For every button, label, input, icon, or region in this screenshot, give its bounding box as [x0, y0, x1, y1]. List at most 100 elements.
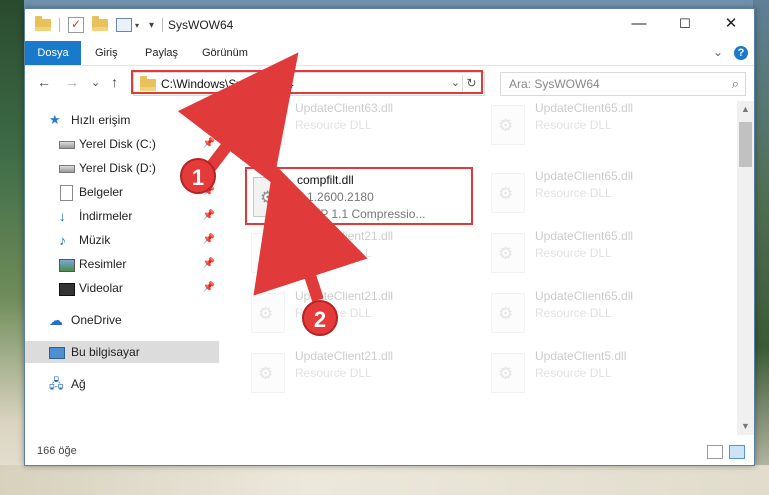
sidebar-item-label: Resimler [79, 257, 127, 271]
gear-icon: ⚙ [258, 364, 274, 383]
sidebar-item-videos[interactable]: Videolar 📌 [25, 277, 219, 299]
drive-icon [59, 165, 75, 173]
callout-badge-1: 1 [180, 158, 216, 194]
toolbar-divider [59, 18, 60, 32]
network-icon: 🖧 [49, 376, 64, 391]
close-button[interactable]: ✕ [708, 9, 754, 41]
file-name: UpdateClient21.dll [295, 349, 394, 363]
computer-icon [49, 347, 65, 359]
file-tile[interactable]: ⚙ UpdateClient65.dll Resource DLL [485, 101, 715, 153]
tab-share[interactable]: Paylaş [145, 41, 178, 65]
dll-file-icon: ⚙ [491, 105, 525, 145]
file-tile[interactable]: ⚙ UpdateClient21.dll Resource DLL [245, 345, 475, 401]
sidebar-item-this-pc[interactable]: Bu bilgisayar [25, 341, 219, 363]
sidebar-item-label: Yerel Disk (D:) [79, 161, 156, 175]
recent-locations-button[interactable]: ⌄ [91, 76, 100, 89]
gear-icon: ⚙ [258, 304, 274, 323]
navigation-row: ← → ⌄ ↑ C:\Windows\SysWOW64 ⌄ ↻ Ara: Sys… [25, 66, 754, 100]
explorer-window: ✓ ▾ ▾ SysWOW64 — ☐ ✕ Dosya Giriş Paylaş … [24, 8, 755, 466]
gear-icon: ⚙ [498, 304, 514, 323]
file-list: ⚙ UpdateClient63.dll Resource DLL ⚙ Upda… [245, 101, 737, 435]
address-highlight-box [131, 70, 483, 94]
documents-icon [60, 185, 73, 201]
new-folder-icon[interactable] [92, 16, 108, 31]
file-tile[interactable]: ⚙ UpdateClient65.dll Resource DLL [485, 225, 715, 281]
file-description: Resource DLL [535, 246, 612, 260]
properties-check-icon[interactable]: ✓ [68, 17, 84, 33]
up-button[interactable]: ↑ [111, 74, 118, 90]
file-name: UpdateClient65.dll [535, 229, 634, 243]
scroll-thumb[interactable] [739, 122, 752, 167]
ribbon-collapse-icon[interactable]: ⌄ [713, 45, 723, 59]
forward-button[interactable]: → [65, 74, 79, 90]
file-tile[interactable]: ⚙ UpdateClient5.dll Resource DLL [485, 345, 715, 401]
sidebar-item-network[interactable]: 🖧 Ağ [25, 373, 219, 395]
file-tile[interactable]: ⚙ UpdateClient21.dll Resource DLL [245, 225, 475, 281]
back-button[interactable]: ← [37, 74, 51, 90]
search-icon[interactable]: ⌕ [732, 76, 739, 92]
quick-access-toolbar: ✓ ▾ ▾ [35, 16, 164, 33]
downloads-icon: ↓ [59, 208, 66, 224]
sidebar-item-label: Bu bilgisayar [71, 345, 140, 359]
star-icon: ★ [49, 112, 61, 127]
sidebar-item-label: Belgeler [79, 185, 124, 199]
desktop-background-right [753, 0, 769, 495]
scroll-up-icon[interactable]: ▲ [737, 101, 754, 118]
tab-file[interactable]: Dosya [25, 41, 81, 65]
pin-icon[interactable]: 📌 [203, 205, 215, 227]
file-description: Resource DLL [535, 366, 612, 380]
tab-view[interactable]: Görünüm [202, 41, 248, 65]
callout-badge-2: 2 [302, 300, 338, 336]
file-tile[interactable]: ⚙ UpdateClient63.dll Resource DLL [245, 101, 475, 153]
dll-file-icon: ⚙ [491, 233, 525, 273]
details-view-icon[interactable] [707, 445, 723, 459]
sidebar-item-music[interactable]: ♪ Müzik 📌 [25, 229, 219, 251]
title-bar: ✓ ▾ ▾ SysWOW64 — ☐ ✕ [25, 9, 754, 41]
folder-icon [35, 16, 51, 31]
view-properties-icon[interactable] [116, 18, 132, 32]
file-tile[interactable]: ⚙ UpdateClient21.dll Resource DLL [245, 285, 475, 341]
pin-icon[interactable]: 📌 [203, 133, 215, 155]
dropdown-arrow-icon[interactable]: ▾ [135, 21, 139, 30]
file-description: Resource DLL [295, 366, 372, 380]
sidebar-item-downloads[interactable]: ↓ İndirmeler 📌 [25, 205, 219, 227]
help-icon[interactable]: ? [734, 46, 748, 60]
tab-home[interactable]: Giriş [95, 41, 118, 65]
item-count: 166 öğe [37, 445, 77, 457]
file-tile[interactable]: ⚙ UpdateClient65.dll Resource DLL [485, 285, 715, 341]
dll-file-icon: ⚙ [491, 353, 525, 393]
minimize-button[interactable]: — [616, 9, 662, 41]
vertical-scrollbar[interactable]: ▲ ▼ [737, 101, 754, 435]
maximize-button[interactable]: ☐ [662, 9, 708, 41]
customize-toolbar-icon[interactable]: ▾ [149, 20, 154, 31]
dll-file-icon: ⚙ [251, 353, 285, 393]
sidebar-item-label: Yerel Disk (C:) [79, 137, 156, 151]
ribbon-tabs: Dosya Giriş Paylaş Görünüm ⌄ ? [25, 41, 754, 66]
sidebar-item-quick-access[interactable]: ★ Hızlı erişim [25, 109, 219, 131]
search-box[interactable]: Ara: SysWOW64 ⌕ [500, 72, 746, 96]
music-icon: ♪ [59, 232, 66, 248]
pin-icon[interactable]: 📌 [203, 229, 215, 251]
gear-icon: ⚙ [258, 244, 274, 263]
file-name: UpdateClient65.dll [535, 101, 634, 115]
tiles-view-icon[interactable] [729, 445, 745, 459]
status-bar: 166 öğe [25, 437, 754, 465]
file-tile[interactable]: ⚙ UpdateClient65.dll Resource DLL [485, 165, 715, 221]
dll-file-icon: ⚙ [491, 173, 525, 213]
gear-icon: ⚙ [258, 116, 274, 135]
desktop-background-left [0, 0, 24, 495]
toolbar-divider [162, 18, 164, 32]
sidebar-item-disk-c[interactable]: Yerel Disk (C:) 📌 [25, 133, 219, 155]
videos-icon [59, 283, 75, 296]
cloud-icon: ☁ [49, 312, 63, 328]
sidebar-item-onedrive[interactable]: ☁ OneDrive [25, 309, 219, 331]
pin-icon[interactable]: 📌 [203, 277, 215, 299]
pin-icon[interactable]: 📌 [203, 253, 215, 275]
file-description: Resource DLL [295, 118, 372, 132]
navigation-pane: ★ Hızlı erişim Yerel Disk (C:) 📌 Yerel D… [25, 101, 219, 435]
sidebar-item-pictures[interactable]: Resimler 📌 [25, 253, 219, 275]
dll-file-icon: ⚙ [251, 105, 285, 145]
scroll-down-icon[interactable]: ▼ [737, 418, 754, 435]
pictures-icon [59, 259, 75, 272]
file-name: UpdateClient65.dll [535, 289, 634, 303]
